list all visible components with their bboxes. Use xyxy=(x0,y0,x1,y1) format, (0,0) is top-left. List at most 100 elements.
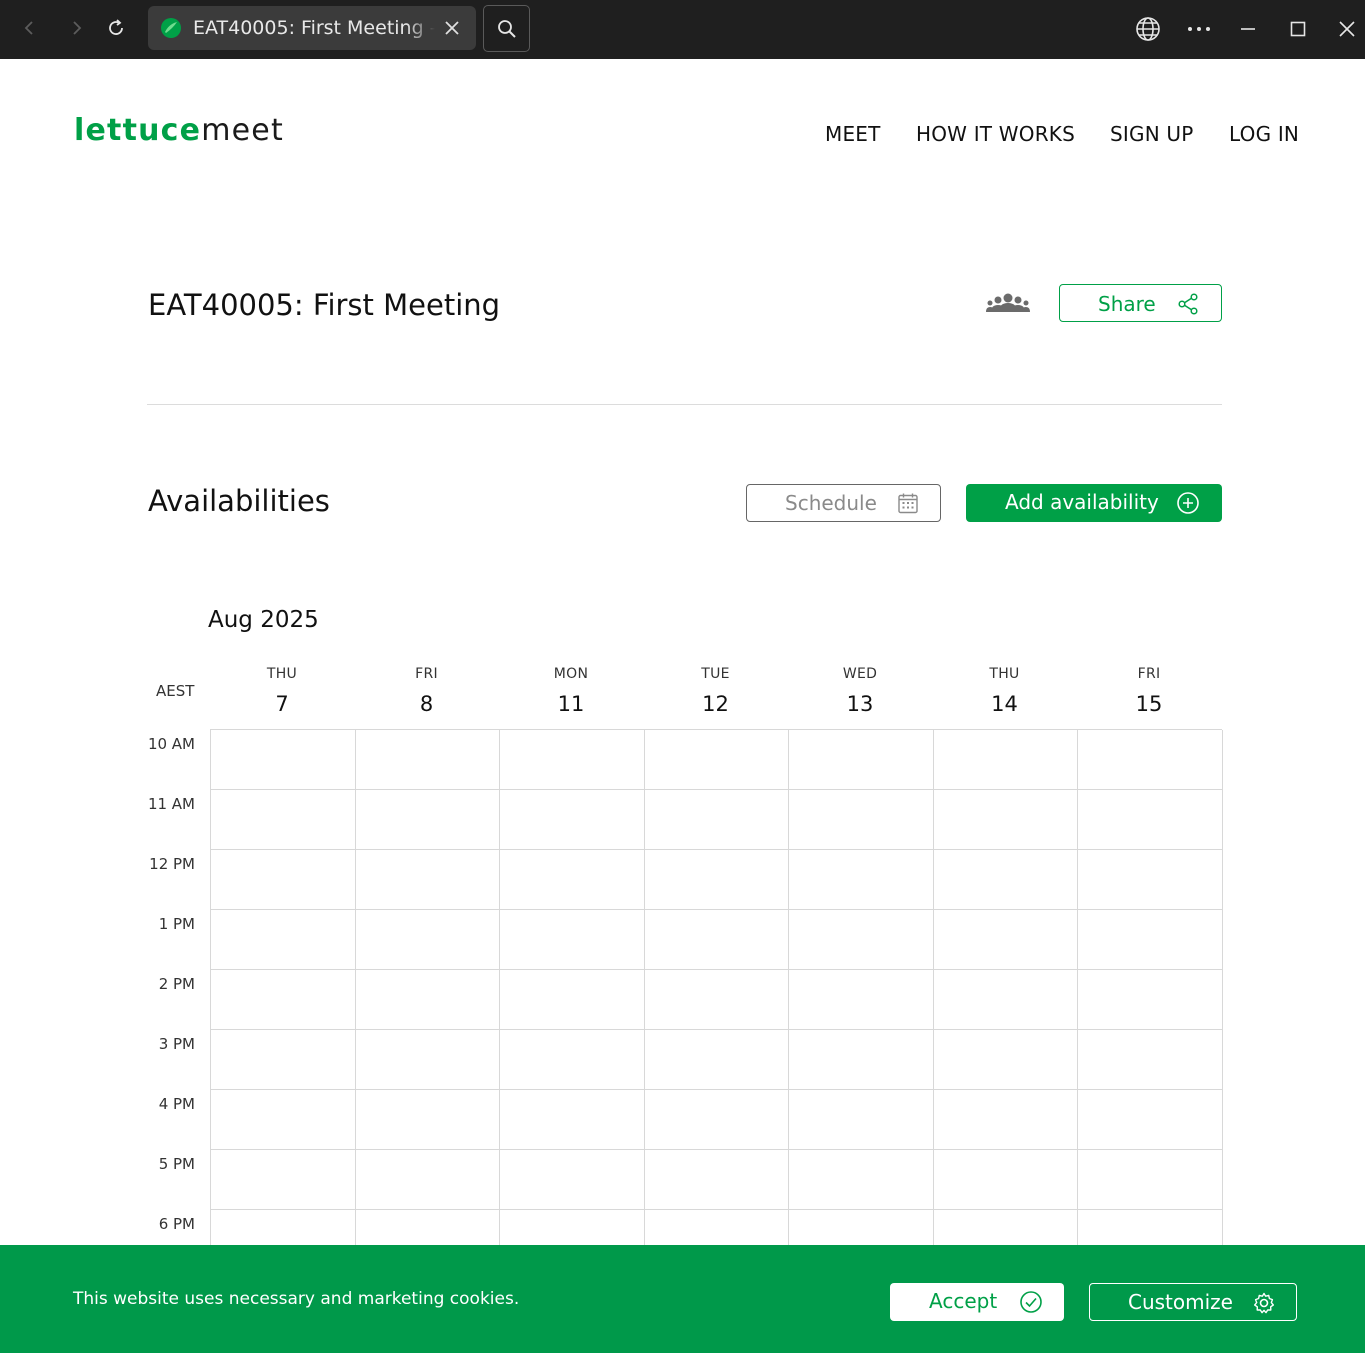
time-slot-cell[interactable] xyxy=(933,790,1078,850)
forward-icon[interactable] xyxy=(58,10,94,46)
time-label: 10 AM xyxy=(147,735,195,753)
site-logo[interactable]: lettucemeet xyxy=(74,113,284,148)
time-slot-cell[interactable] xyxy=(789,790,934,850)
time-slot-cell[interactable] xyxy=(789,1150,934,1210)
time-slot-cell[interactable] xyxy=(355,1090,500,1150)
schedule-label: Schedule xyxy=(785,491,877,515)
share-button[interactable]: Share xyxy=(1059,284,1222,322)
time-slot-cell[interactable] xyxy=(933,730,1078,790)
share-label: Share xyxy=(1098,292,1156,316)
window-close-icon[interactable] xyxy=(1332,14,1362,44)
day-header: MON 11 xyxy=(499,666,643,716)
time-slot-cell[interactable] xyxy=(1078,1150,1223,1210)
customize-cookies-button[interactable]: Customize xyxy=(1089,1283,1297,1321)
nav-sign-up[interactable]: SIGN UP xyxy=(1110,122,1194,146)
time-slot-cell[interactable] xyxy=(500,970,645,1030)
time-slot-cell[interactable] xyxy=(644,850,789,910)
time-slot-cell[interactable] xyxy=(644,730,789,790)
time-slot-cell[interactable] xyxy=(644,910,789,970)
customize-label: Customize xyxy=(1128,1290,1233,1314)
timezone-label: AEST xyxy=(156,682,195,700)
time-slot-cell[interactable] xyxy=(933,970,1078,1030)
time-slot-cell[interactable] xyxy=(211,790,356,850)
time-label: 12 PM xyxy=(149,855,195,873)
time-slot-cell[interactable] xyxy=(211,1150,356,1210)
tab-title: EAT40005: First Meeting - Lettuce Meet xyxy=(193,17,435,39)
schedule-button[interactable]: Schedule xyxy=(746,484,941,522)
time-slot-cell[interactable] xyxy=(644,1090,789,1150)
browser-chrome: EAT40005: First Meeting - Lettuce Meet xyxy=(0,0,1365,59)
time-slot-cell[interactable] xyxy=(500,790,645,850)
day-header: THU 14 xyxy=(933,666,1077,716)
time-slot-cell[interactable] xyxy=(500,1030,645,1090)
day-of-week: FRI xyxy=(1137,666,1161,682)
day-date: 14 xyxy=(991,692,1018,716)
time-slot-cell[interactable] xyxy=(644,970,789,1030)
maximize-icon[interactable] xyxy=(1283,14,1313,44)
time-slot-cell[interactable] xyxy=(211,850,356,910)
calendar-month: Aug 2025 xyxy=(208,607,319,633)
time-slot-cell[interactable] xyxy=(355,970,500,1030)
day-date: 11 xyxy=(557,692,585,716)
time-slot-cell[interactable] xyxy=(789,910,934,970)
time-slot-cell[interactable] xyxy=(1078,1030,1223,1090)
time-slot-cell[interactable] xyxy=(500,1090,645,1150)
time-slot-cell[interactable] xyxy=(933,850,1078,910)
time-slot-cell[interactable] xyxy=(500,910,645,970)
availability-grid[interactable] xyxy=(210,729,1223,1270)
time-slot-cell[interactable] xyxy=(355,850,500,910)
time-slot-cell[interactable] xyxy=(789,730,934,790)
close-icon[interactable] xyxy=(442,18,462,38)
time-slot-cell[interactable] xyxy=(211,730,356,790)
time-slot-cell[interactable] xyxy=(644,790,789,850)
search-button[interactable] xyxy=(483,5,530,52)
time-slot-cell[interactable] xyxy=(211,1090,356,1150)
nav-meet[interactable]: MEET xyxy=(825,122,881,146)
time-slot-cell[interactable] xyxy=(933,1090,1078,1150)
time-slot-cell[interactable] xyxy=(500,730,645,790)
time-slot-cell[interactable] xyxy=(789,1090,934,1150)
plus-circle-icon xyxy=(1177,492,1199,514)
add-availability-button[interactable]: Add availability xyxy=(966,484,1222,522)
time-slot-cell[interactable] xyxy=(789,970,934,1030)
time-slot-cell[interactable] xyxy=(933,910,1078,970)
browser-tab[interactable]: EAT40005: First Meeting - Lettuce Meet xyxy=(148,6,476,50)
time-slot-cell[interactable] xyxy=(933,1150,1078,1210)
time-slot-cell[interactable] xyxy=(355,1150,500,1210)
time-slot-cell[interactable] xyxy=(1078,970,1223,1030)
participants-icon[interactable] xyxy=(986,292,1030,316)
time-slot-cell[interactable] xyxy=(1078,850,1223,910)
share-icon xyxy=(1178,293,1198,315)
time-slot-cell[interactable] xyxy=(355,730,500,790)
time-slot-cell[interactable] xyxy=(355,910,500,970)
globe-icon[interactable] xyxy=(1133,14,1163,44)
time-slot-cell[interactable] xyxy=(1078,730,1223,790)
more-icon[interactable] xyxy=(1184,14,1214,44)
time-slot-cell[interactable] xyxy=(1078,910,1223,970)
section-divider xyxy=(147,404,1222,405)
time-slot-cell[interactable] xyxy=(644,1030,789,1090)
time-slot-cell[interactable] xyxy=(211,970,356,1030)
reload-icon[interactable] xyxy=(98,10,134,46)
time-label: 3 PM xyxy=(158,1035,195,1053)
nav-how-it-works[interactable]: HOW IT WORKS xyxy=(916,122,1075,146)
nav-log-in[interactable]: LOG IN xyxy=(1229,122,1299,146)
time-slot-cell[interactable] xyxy=(355,1030,500,1090)
add-availability-label: Add availability xyxy=(1005,490,1159,514)
time-slot-cell[interactable] xyxy=(644,1150,789,1210)
time-slot-cell[interactable] xyxy=(500,1150,645,1210)
logo-lettuce: lettuce xyxy=(74,113,202,148)
time-slot-cell[interactable] xyxy=(211,910,356,970)
time-slot-cell[interactable] xyxy=(500,850,645,910)
minimize-icon[interactable] xyxy=(1233,14,1263,44)
day-header: WED 13 xyxy=(788,666,932,716)
time-slot-cell[interactable] xyxy=(1078,790,1223,850)
accept-cookies-button[interactable]: Accept xyxy=(890,1283,1064,1321)
time-slot-cell[interactable] xyxy=(355,790,500,850)
time-slot-cell[interactable] xyxy=(789,1030,934,1090)
back-icon[interactable] xyxy=(12,10,48,46)
time-slot-cell[interactable] xyxy=(789,850,934,910)
time-slot-cell[interactable] xyxy=(933,1030,1078,1090)
time-slot-cell[interactable] xyxy=(211,1030,356,1090)
time-slot-cell[interactable] xyxy=(1078,1090,1223,1150)
